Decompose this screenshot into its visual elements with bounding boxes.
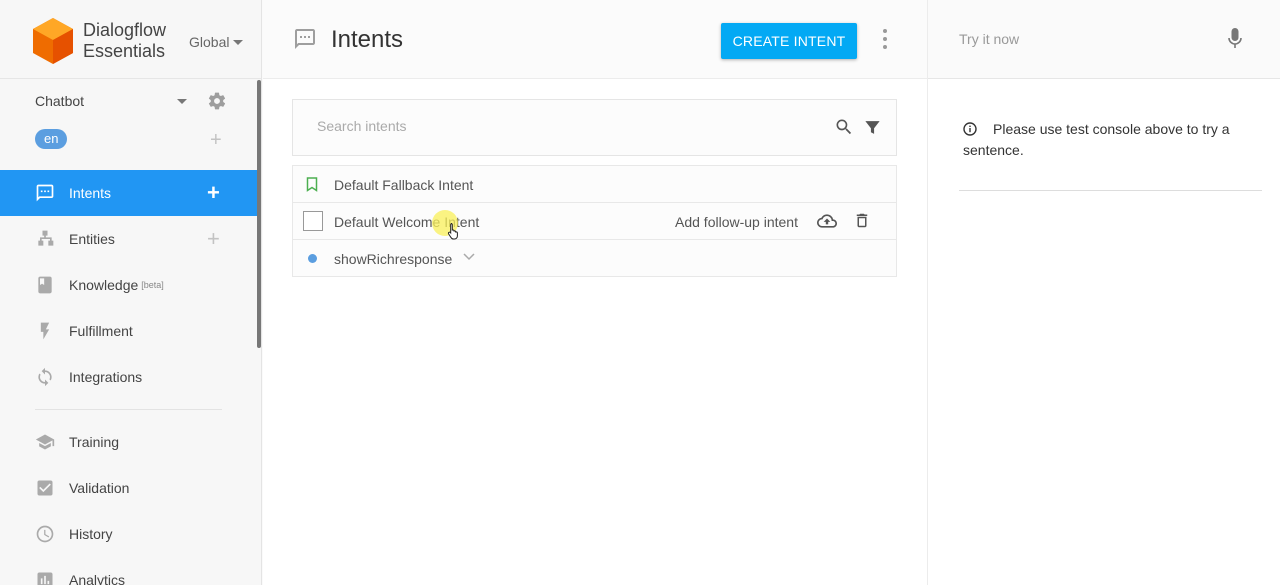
sidebar-item-label: Analytics	[69, 572, 126, 585]
filter-icon[interactable]	[863, 118, 882, 137]
sidebar-item-intents[interactable]: Intents +	[0, 170, 257, 216]
main-header: Intents CREATE INTENT	[263, 0, 927, 79]
sidebar-item-label: History	[69, 526, 113, 542]
trash-icon[interactable]	[853, 211, 871, 230]
sidebar-item-label: Intents	[69, 185, 112, 201]
language-badge[interactable]: en	[35, 129, 68, 149]
page-title: Intents	[331, 26, 404, 53]
sidebar-item-history[interactable]: History	[0, 511, 257, 557]
sidebar-scrollbar[interactable]	[257, 80, 261, 348]
console-divider	[959, 190, 1262, 191]
intent-row-rich[interactable]: showRichresponse	[293, 240, 896, 277]
intent-row-fallback[interactable]: Default Fallback Intent	[293, 166, 896, 203]
intent-name[interactable]: showRichresponse	[334, 251, 452, 267]
language-row: en +	[35, 129, 235, 151]
sidebar-item-label: Validation	[69, 480, 130, 496]
sidebar-nav: Intents + Entities + Knowledge [beta] Fu…	[0, 170, 257, 585]
clock-icon	[35, 524, 55, 544]
region-label: Global	[189, 34, 230, 50]
status-dot	[308, 254, 317, 263]
microphone-icon[interactable]	[1228, 28, 1242, 50]
sidebar-item-analytics[interactable]: Analytics	[0, 557, 257, 585]
sidebar-item-entities[interactable]: Entities +	[0, 216, 257, 262]
add-intent-icon[interactable]: +	[207, 182, 220, 204]
chevron-down-icon[interactable]	[177, 99, 187, 104]
console-info-text: Please use test console above to try a s…	[963, 121, 1230, 158]
search-box	[292, 99, 897, 156]
chevron-down-icon	[233, 39, 244, 45]
sidebar-item-label: Integrations	[69, 369, 143, 385]
sidebar-item-knowledge[interactable]: Knowledge [beta]	[0, 262, 257, 308]
sidebar-item-label: Fulfillment	[69, 323, 133, 339]
sidebar-item-label: Knowledge	[69, 277, 139, 293]
intent-name[interactable]: Default Fallback Intent	[334, 177, 473, 193]
gear-icon[interactable]	[207, 91, 227, 111]
intent-checkbox[interactable]	[303, 211, 323, 231]
book-icon	[35, 275, 55, 295]
sidebar-item-label: Training	[69, 434, 120, 450]
intent-list: Default Fallback Intent Default Welcome …	[292, 165, 897, 277]
sidebar: Dialogflow Essentials Global Chatbot en …	[0, 0, 262, 585]
bar-chart-icon	[35, 570, 55, 585]
test-console: Please use test console above to try a s…	[927, 0, 1280, 585]
try-it-input[interactable]	[959, 31, 1209, 47]
sidebar-item-validation[interactable]: Validation	[0, 465, 257, 511]
search-icon[interactable]	[834, 117, 854, 137]
search-input[interactable]	[317, 118, 797, 134]
brand-line-2: Essentials	[83, 41, 166, 61]
brand-line-1: Dialogflow	[83, 20, 167, 40]
agent-selector[interactable]: Chatbot	[35, 91, 235, 113]
agent-name: Chatbot	[35, 93, 85, 109]
hand-pointer-icon	[447, 223, 458, 240]
check-box-icon	[35, 478, 55, 498]
lightning-icon	[35, 321, 55, 341]
chevron-down-icon[interactable]	[463, 253, 475, 261]
add-follow-up-link[interactable]: Add follow-up intent	[675, 214, 798, 230]
sync-icon	[35, 367, 55, 387]
main-panel: Intents CREATE INTENT Default Fallback I…	[263, 0, 927, 585]
create-intent-button[interactable]: CREATE INTENT	[721, 23, 857, 59]
console-info: Please use test console above to try a s…	[963, 119, 1263, 161]
beta-badge: [beta]	[141, 280, 164, 290]
graduation-cap-icon	[35, 432, 55, 452]
brand-name: Dialogflow Essentials	[83, 20, 166, 62]
bookmark-icon	[306, 177, 318, 192]
sidebar-item-fulfillment[interactable]: Fulfillment	[0, 308, 257, 354]
dialogflow-logo-icon	[33, 18, 73, 64]
add-language-icon[interactable]: +	[210, 130, 222, 150]
nav-divider	[35, 409, 222, 410]
sidebar-item-label: Entities	[69, 231, 115, 247]
region-selector[interactable]: Global	[189, 34, 244, 50]
add-entity-icon[interactable]: +	[207, 228, 220, 250]
hierarchy-icon	[35, 229, 55, 249]
console-header	[928, 0, 1280, 79]
logo-row: Dialogflow Essentials Global	[0, 0, 261, 79]
cloud-upload-icon[interactable]	[816, 211, 838, 231]
more-options-icon[interactable]	[883, 29, 889, 49]
chat-bubble-icon	[35, 183, 55, 203]
sidebar-item-training[interactable]: Training	[0, 419, 257, 465]
info-icon	[963, 122, 977, 136]
intent-row-welcome[interactable]: Default Welcome Intent Add follow-up int…	[293, 203, 896, 240]
sidebar-item-integrations[interactable]: Integrations	[0, 354, 257, 400]
chat-bubble-icon	[295, 29, 315, 49]
